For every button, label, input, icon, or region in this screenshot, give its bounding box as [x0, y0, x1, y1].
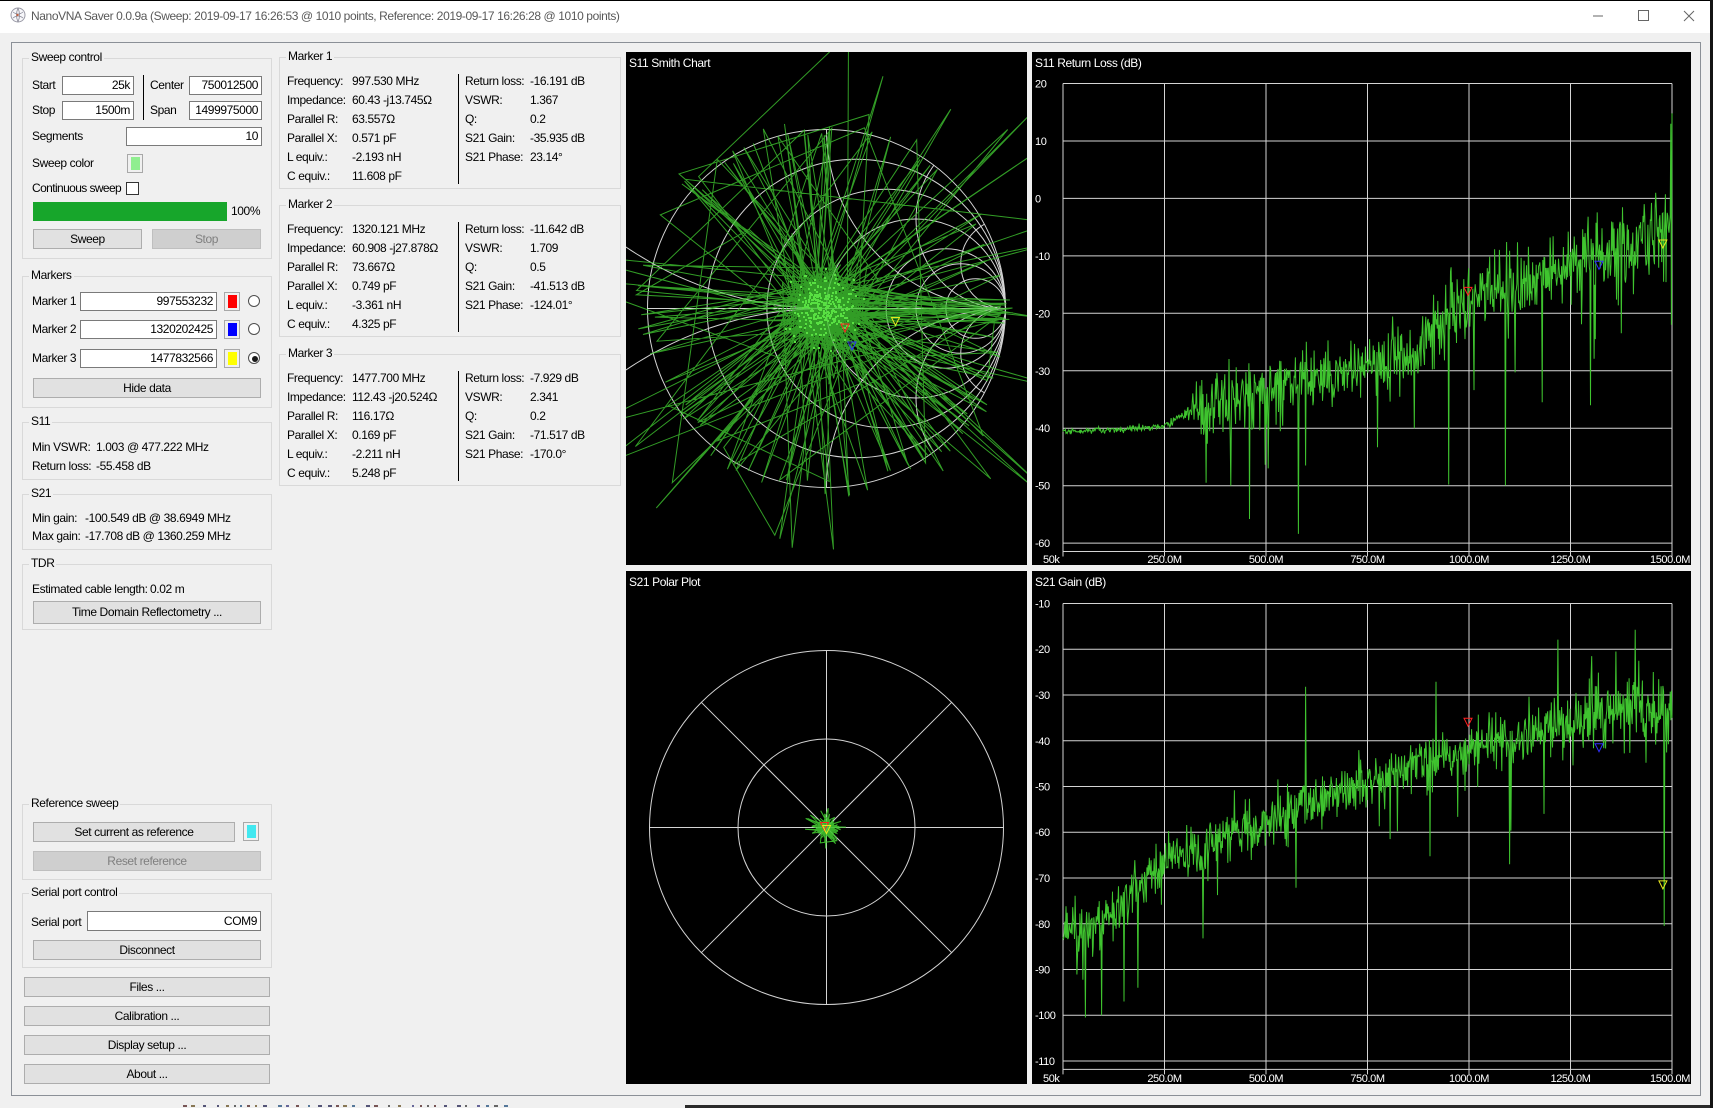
svg-text:-30: -30 — [1035, 690, 1050, 702]
svg-text:500.0M: 500.0M — [1249, 1073, 1284, 1084]
svg-text:-60: -60 — [1035, 538, 1050, 550]
svg-text:-90: -90 — [1035, 965, 1050, 977]
svg-text:-50: -50 — [1035, 481, 1050, 493]
svg-text:50k: 50k — [1043, 554, 1060, 565]
svg-text:-100: -100 — [1035, 1010, 1056, 1022]
svg-text:20: 20 — [1035, 79, 1047, 91]
svg-text:1250.0M: 1250.0M — [1550, 1073, 1590, 1084]
svg-text:50k: 50k — [1043, 1073, 1060, 1084]
svg-text:500.0M: 500.0M — [1249, 554, 1284, 565]
svg-text:1500.0M: 1500.0M — [1650, 1073, 1690, 1084]
svg-text:1000.0M: 1000.0M — [1449, 1073, 1489, 1084]
svg-text:1500.0M: 1500.0M — [1650, 554, 1690, 565]
svg-text:-40: -40 — [1035, 736, 1050, 748]
svg-text:S21 Gain (dB): S21 Gain (dB) — [1035, 575, 1106, 589]
svg-text:-110: -110 — [1035, 1056, 1055, 1068]
svg-text:-30: -30 — [1035, 366, 1050, 378]
svg-text:-60: -60 — [1035, 827, 1050, 839]
svg-text:10: 10 — [1035, 136, 1047, 148]
svg-text:-20: -20 — [1035, 644, 1050, 656]
svg-text:-80: -80 — [1035, 919, 1050, 931]
svg-text:-10: -10 — [1035, 599, 1050, 611]
svg-text:S11 Return Loss (dB): S11 Return Loss (dB) — [1035, 56, 1142, 70]
svg-text:0: 0 — [1035, 193, 1041, 205]
svg-text:1250.0M: 1250.0M — [1550, 554, 1590, 565]
svg-text:-50: -50 — [1035, 782, 1050, 794]
svg-text:S21 Polar Plot: S21 Polar Plot — [629, 575, 701, 589]
svg-text:1000.0M: 1000.0M — [1449, 554, 1489, 565]
svg-text:S11 Smith Chart: S11 Smith Chart — [629, 56, 711, 70]
svg-text:-70: -70 — [1035, 873, 1050, 885]
svg-text:-40: -40 — [1035, 423, 1050, 435]
svg-text:-20: -20 — [1035, 308, 1050, 320]
svg-text:-10: -10 — [1035, 251, 1050, 263]
svg-text:250.0M: 250.0M — [1147, 1073, 1182, 1084]
svg-text:750.0M: 750.0M — [1350, 554, 1385, 565]
svg-text:250.0M: 250.0M — [1147, 554, 1182, 565]
svg-text:750.0M: 750.0M — [1350, 1073, 1385, 1084]
